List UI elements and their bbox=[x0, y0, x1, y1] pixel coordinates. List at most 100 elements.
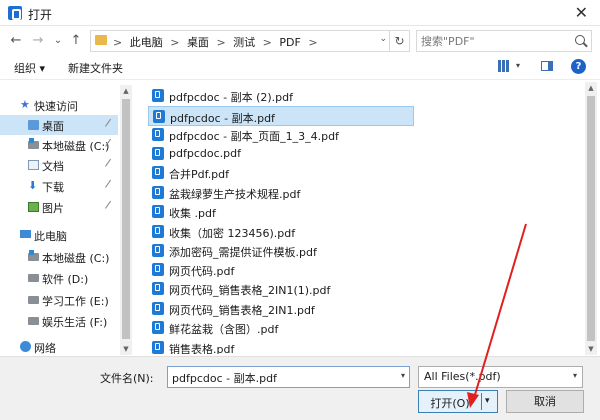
open-button[interactable]: 打开(O) ▾ bbox=[418, 390, 498, 413]
sidebar-item-drive-d[interactable]: 软件 (D:) bbox=[0, 268, 118, 288]
chevron-down-icon[interactable]: ▾ bbox=[401, 371, 405, 380]
window-title: 打开 bbox=[28, 8, 53, 22]
scroll-up-icon[interactable]: ▲ bbox=[120, 85, 132, 97]
file-list: pdfpcdoc - 副本 (2).pdf pdfpcdoc - 副本.pdf … bbox=[146, 82, 526, 354]
pin-icon[interactable] bbox=[105, 158, 116, 171]
list-item-selected[interactable]: pdfpcdoc - 副本.pdf bbox=[148, 106, 414, 126]
scroll-down-icon[interactable]: ▼ bbox=[585, 343, 597, 355]
list-item[interactable]: pdfpcdoc - 副本 (2).pdf bbox=[148, 86, 414, 106]
file-name: 盆栽绿萝生产技术规程.pdf bbox=[169, 188, 301, 201]
drive-icon bbox=[28, 296, 39, 304]
sidebar-item-downloads[interactable]: ⬇ 下载 bbox=[0, 176, 118, 196]
list-item[interactable]: 网页代码.pdf bbox=[148, 260, 414, 280]
sidebar-item-documents[interactable]: 文档 bbox=[0, 155, 118, 175]
refresh-button[interactable]: ↻ bbox=[389, 31, 409, 51]
recent-locations-dropdown[interactable]: ⌄ bbox=[50, 33, 66, 49]
list-item[interactable]: 收集 .pdf bbox=[148, 202, 414, 222]
crumb-desktop[interactable]: 桌面 bbox=[187, 36, 209, 49]
file-name: 网页代码.pdf bbox=[169, 265, 235, 278]
scroll-up-icon[interactable]: ▲ bbox=[585, 82, 597, 94]
pin-icon[interactable] bbox=[105, 118, 116, 131]
view-options-icon[interactable] bbox=[498, 60, 510, 72]
filetype-value: All Files(*.pdf) bbox=[424, 370, 501, 383]
star-icon: ★ bbox=[20, 98, 30, 111]
sidebar-item-local-disk-c-quick[interactable]: 本地磁盘 (C:) bbox=[0, 135, 118, 155]
list-item[interactable]: pdfpcdoc - 副本_页面_1_3_4.pdf bbox=[148, 125, 414, 145]
chevron-down-icon[interactable]: ▾ bbox=[573, 371, 577, 380]
pdf-file-icon bbox=[152, 166, 164, 179]
sidebar-item-drive-e[interactable]: 学习工作 (E:) bbox=[0, 290, 118, 310]
sidebar-item-label: 下载 bbox=[42, 181, 64, 194]
command-bar: 组织 ▾ 新建文件夹 ▾ ? bbox=[0, 56, 600, 80]
crumb-this-pc[interactable]: 此电脑 bbox=[130, 36, 163, 49]
pdf-file-icon bbox=[152, 341, 164, 354]
address-dropdown[interactable]: ⌄ bbox=[379, 34, 387, 44]
file-name: 网页代码_销售表格_2IN1.pdf bbox=[169, 304, 315, 317]
drive-icon bbox=[28, 274, 39, 282]
search-input[interactable] bbox=[421, 33, 571, 49]
list-item[interactable]: 收集（加密 123456).pdf bbox=[148, 222, 414, 242]
crumb-pdf[interactable]: PDF bbox=[279, 36, 300, 49]
list-item[interactable]: pdfpcdoc.pdf bbox=[148, 144, 414, 164]
list-item[interactable]: 盆栽绿萝生产技术规程.pdf bbox=[148, 183, 414, 203]
list-item[interactable]: 销售表格.pdf bbox=[148, 338, 414, 354]
filetype-select[interactable]: All Files(*.pdf) ▾ bbox=[418, 366, 583, 388]
file-name: pdfpcdoc - 副本 (2).pdf bbox=[169, 91, 294, 104]
open-button-label: 打开(O) bbox=[430, 397, 470, 410]
open-options-dropdown[interactable]: ▾ bbox=[485, 396, 490, 406]
pdf-file-icon bbox=[152, 128, 164, 141]
navigation-pane: ★ 快速访问 桌面 本地磁盘 (C:) 文档 ⬇ 下载 图片 此电脑 本地磁盘 … bbox=[0, 85, 133, 355]
sidebar-item-desktop[interactable]: 桌面 bbox=[0, 115, 118, 135]
app-icon bbox=[8, 6, 22, 20]
search-icon[interactable] bbox=[575, 35, 585, 45]
back-arrow-icon[interactable]: ← bbox=[8, 33, 24, 49]
sidebar-item-local-disk-c[interactable]: 本地磁盘 (C:) bbox=[0, 247, 118, 267]
breadcrumb: > 此电脑 > 桌面 > 测试 > PDF > bbox=[113, 34, 322, 50]
search-box bbox=[416, 30, 592, 52]
sidebar-item-label: 桌面 bbox=[42, 120, 64, 133]
sidebar-item-label: 快速访问 bbox=[34, 100, 78, 113]
document-icon bbox=[28, 160, 39, 170]
list-item[interactable]: 网页代码_销售表格_2IN1.pdf bbox=[148, 299, 414, 319]
list-item[interactable]: 合并Pdf.pdf bbox=[148, 163, 414, 183]
file-list-scrollbar[interactable]: ▲ ▼ bbox=[585, 82, 597, 355]
sidebar-item-label: 图片 bbox=[42, 202, 64, 215]
up-arrow-icon[interactable]: ↑ bbox=[68, 33, 84, 49]
preview-pane-icon[interactable] bbox=[541, 61, 553, 71]
view-dropdown[interactable]: ▾ bbox=[516, 61, 520, 70]
address-bar[interactable]: > 此电脑 > 桌面 > 测试 > PDF > ⌄ ↻ bbox=[90, 30, 410, 52]
folder-icon bbox=[95, 35, 107, 45]
sidebar-item-network[interactable]: 网络 bbox=[0, 337, 118, 357]
scroll-down-icon[interactable]: ▼ bbox=[120, 343, 132, 355]
filename-input[interactable]: pdfpcdoc - 副本.pdf ▾ bbox=[167, 366, 410, 388]
close-button[interactable]: ✕ bbox=[575, 3, 588, 22]
scrollbar-thumb[interactable] bbox=[122, 99, 130, 339]
file-name: 收集（加密 123456).pdf bbox=[169, 227, 296, 240]
computer-icon bbox=[20, 230, 31, 238]
pdf-file-icon bbox=[152, 186, 164, 199]
pdf-file-icon bbox=[152, 89, 164, 102]
navigation-bar: ← → ⌄ ↑ > 此电脑 > 桌面 > 测试 > PDF > ⌄ ↻ bbox=[0, 27, 600, 55]
organize-button[interactable]: 组织 ▾ bbox=[14, 60, 45, 76]
sidebar-scrollbar[interactable]: ▲ ▼ bbox=[120, 85, 132, 355]
pdf-file-icon bbox=[152, 205, 164, 218]
pin-icon[interactable] bbox=[105, 179, 116, 192]
list-item[interactable]: 网页代码_销售表格_2IN1(1).pdf bbox=[148, 279, 414, 299]
forward-arrow-icon[interactable]: → bbox=[30, 33, 46, 49]
scrollbar-thumb[interactable] bbox=[587, 96, 595, 341]
list-item[interactable]: 鲜花盆栽（含图）.pdf bbox=[148, 318, 414, 338]
sidebar-item-label: 本地磁盘 (C:) bbox=[42, 140, 110, 153]
crumb-separator: > bbox=[262, 36, 272, 49]
file-name: pdfpcdoc - 副本_页面_1_3_4.pdf bbox=[169, 130, 339, 143]
new-folder-button[interactable]: 新建文件夹 bbox=[68, 60, 123, 76]
pin-icon[interactable] bbox=[105, 200, 116, 213]
sidebar-item-pictures[interactable]: 图片 bbox=[0, 197, 118, 217]
network-icon bbox=[20, 341, 31, 352]
sidebar-item-drive-f[interactable]: 娱乐生活 (F:) bbox=[0, 311, 118, 331]
sidebar-item-this-pc[interactable]: 此电脑 bbox=[0, 225, 118, 245]
help-button[interactable]: ? bbox=[571, 59, 586, 74]
cancel-button[interactable]: 取消 bbox=[506, 390, 584, 413]
sidebar-item-quick-access[interactable]: ★ 快速访问 bbox=[0, 95, 118, 115]
crumb-test[interactable]: 测试 bbox=[233, 36, 255, 49]
list-item[interactable]: 添加密码_需提供证件模板.pdf bbox=[148, 241, 414, 261]
